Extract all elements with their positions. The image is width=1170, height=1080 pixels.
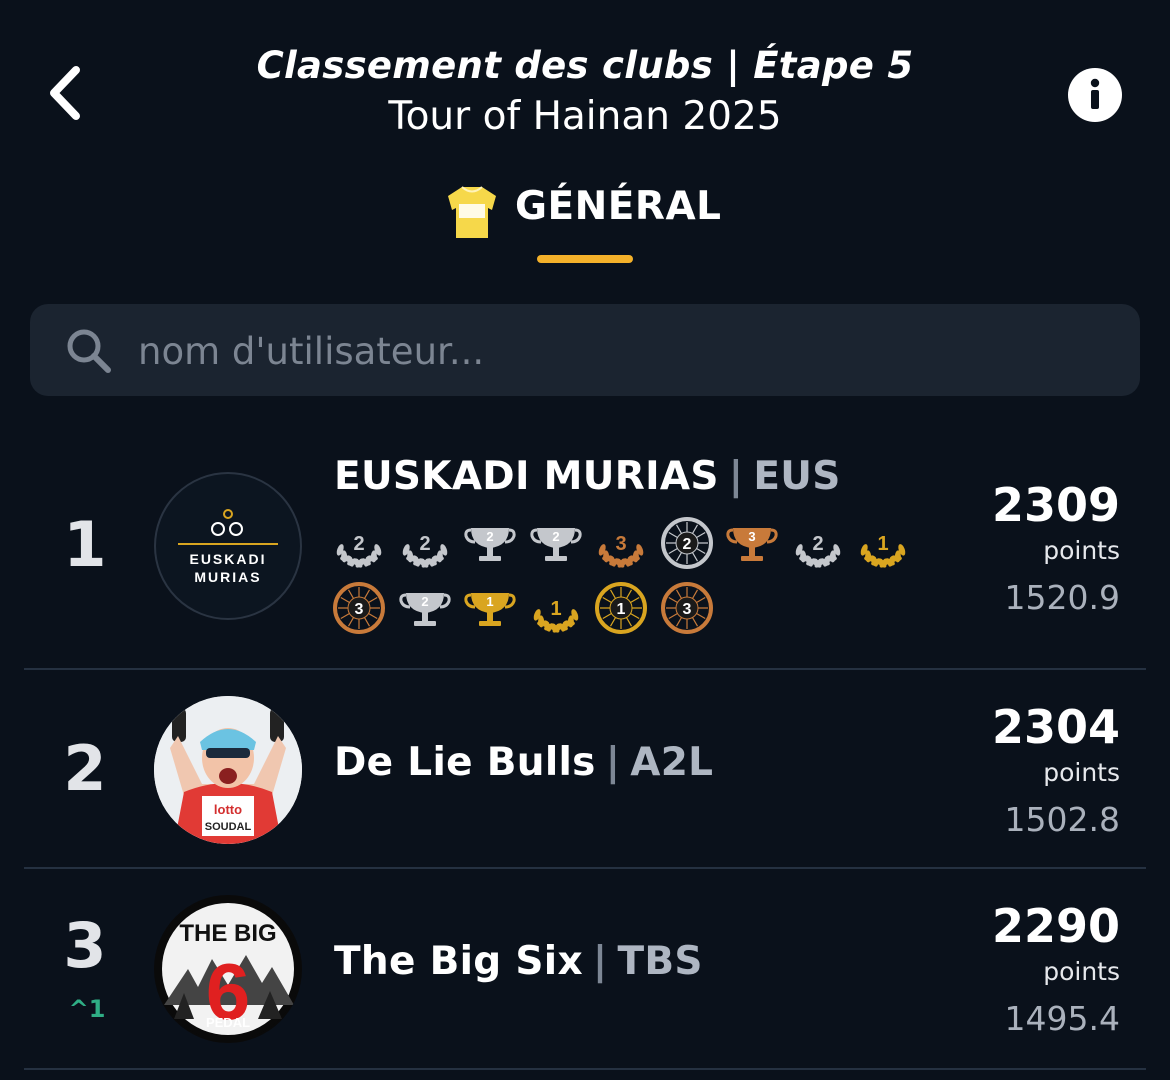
separator: |	[728, 454, 744, 499]
svg-text:2: 2	[682, 536, 691, 553]
laurel-wreath-icon: 2	[795, 533, 840, 568]
team-code: EUS	[753, 454, 841, 499]
rank-up-indicator: ^1	[68, 995, 106, 1023]
ranking-row[interactable]: 3 ^1 THE BIG 6 PEDAL The Big Six | TBS 229…	[24, 867, 1146, 1070]
page-title: Classement des clubs | Étape 5	[256, 44, 914, 87]
info-icon	[1090, 78, 1100, 109]
logo-text-line1: EUSKADI	[189, 551, 266, 567]
team-name: EUSKADI MURIAS | EUS	[334, 454, 841, 499]
laurel-wreath-icon: 3	[598, 533, 644, 568]
team-name: De Lie Bulls | A2L	[334, 740, 713, 785]
svg-text:3: 3	[615, 533, 626, 555]
svg-text:1: 1	[617, 601, 626, 618]
svg-text:lotto: lotto	[214, 802, 242, 817]
svg-text:1: 1	[877, 533, 888, 555]
average-value: 1502.8	[1004, 800, 1120, 839]
team-name: The Big Six | TBS	[334, 939, 703, 984]
rank-number: 2	[63, 732, 107, 805]
wheel-medal-icon: 3	[660, 582, 713, 634]
svg-text:2: 2	[419, 533, 430, 555]
svg-text:2: 2	[421, 594, 428, 609]
wheel-medal-icon: 3	[333, 582, 385, 634]
average-value: 1495.4	[1004, 999, 1120, 1038]
ranking-row[interactable]: 1 EUSKADI MURIAS EUSKADI MURIAS | EUS 2222…	[24, 420, 1146, 668]
laurel-wreath-icon: 1	[533, 598, 578, 633]
points-label: points	[1043, 536, 1120, 565]
tab-label: GÉNÉRAL	[515, 184, 722, 229]
rank-number: 3	[63, 909, 107, 982]
team-avatar: EUSKADI MURIAS	[154, 472, 302, 620]
search-icon	[67, 329, 111, 373]
average-value: 1520.9	[1004, 578, 1120, 617]
points-label: points	[1043, 957, 1120, 986]
trophy-cup-icon: 2	[398, 593, 451, 626]
yellow-jersey-icon	[448, 186, 496, 238]
trophy-cup-icon: 1	[464, 593, 516, 626]
jersey-text: SOUDAL	[205, 821, 252, 833]
info-button[interactable]	[1068, 68, 1122, 122]
race-name: Tour of Hainan 2025	[388, 94, 782, 139]
points-value: 2304	[991, 700, 1120, 754]
team-avatar: lotto SOUDAL	[154, 696, 302, 844]
svg-text:1: 1	[550, 598, 561, 620]
team-code: A2L	[630, 740, 714, 785]
laurel-wreath-icon: 2	[336, 533, 382, 568]
trophy-cup-icon: 3	[726, 528, 778, 561]
svg-text:3: 3	[682, 601, 691, 618]
trophy-cup-icon: 2	[464, 528, 516, 561]
team-name-text: The Big Six	[334, 939, 583, 984]
svg-text:2: 2	[812, 533, 823, 555]
svg-text:2: 2	[552, 529, 559, 544]
logo-text-line2: PEDAL	[206, 1015, 250, 1030]
team-code: TBS	[617, 939, 703, 984]
svg-text:3: 3	[748, 529, 755, 544]
header: Classement des clubs | Étape 5 Tour of H…	[0, 0, 1170, 150]
the-big-six-logo: THE BIG 6 PEDAL	[156, 897, 300, 1041]
team-name-text: EUSKADI MURIAS	[334, 454, 719, 499]
logo-text-line2: MURIAS	[194, 569, 261, 585]
logo-text-line1: THE BIG	[179, 920, 276, 947]
tab-underline	[537, 255, 633, 263]
points-label: points	[1043, 758, 1120, 787]
laurel-wreath-icon: 2	[402, 533, 447, 568]
separator: |	[592, 939, 608, 984]
svg-text:3: 3	[355, 601, 364, 618]
wheel-medal-icon: 1	[595, 582, 647, 634]
search-input[interactable]	[136, 322, 1100, 380]
euskadi-logo: EUSKADI MURIAS	[178, 509, 278, 585]
points-value: 2290	[991, 899, 1120, 953]
rank-number: 1	[63, 508, 107, 581]
team-name-text: De Lie Bulls	[334, 740, 596, 785]
wheel-medal-icon: 2	[660, 517, 713, 569]
ranking-row[interactable]: 2 lotto SOUDAL De Lie Bulls | A2L 2304 poi…	[24, 668, 1146, 869]
tab-general[interactable]: GÉNÉRAL	[440, 178, 740, 268]
trophy-cup-icon: 2	[529, 528, 582, 561]
separator: |	[605, 740, 621, 785]
search-bar[interactable]	[30, 304, 1140, 396]
svg-text:2: 2	[486, 529, 493, 544]
points-value: 2309	[991, 478, 1120, 532]
team-avatar: THE BIG 6 PEDAL	[154, 895, 302, 1043]
svg-text:1: 1	[486, 594, 493, 609]
rider-photo: lotto SOUDAL	[154, 696, 302, 844]
laurel-wreath-icon: 1	[860, 533, 906, 568]
svg-text:2: 2	[353, 533, 364, 555]
